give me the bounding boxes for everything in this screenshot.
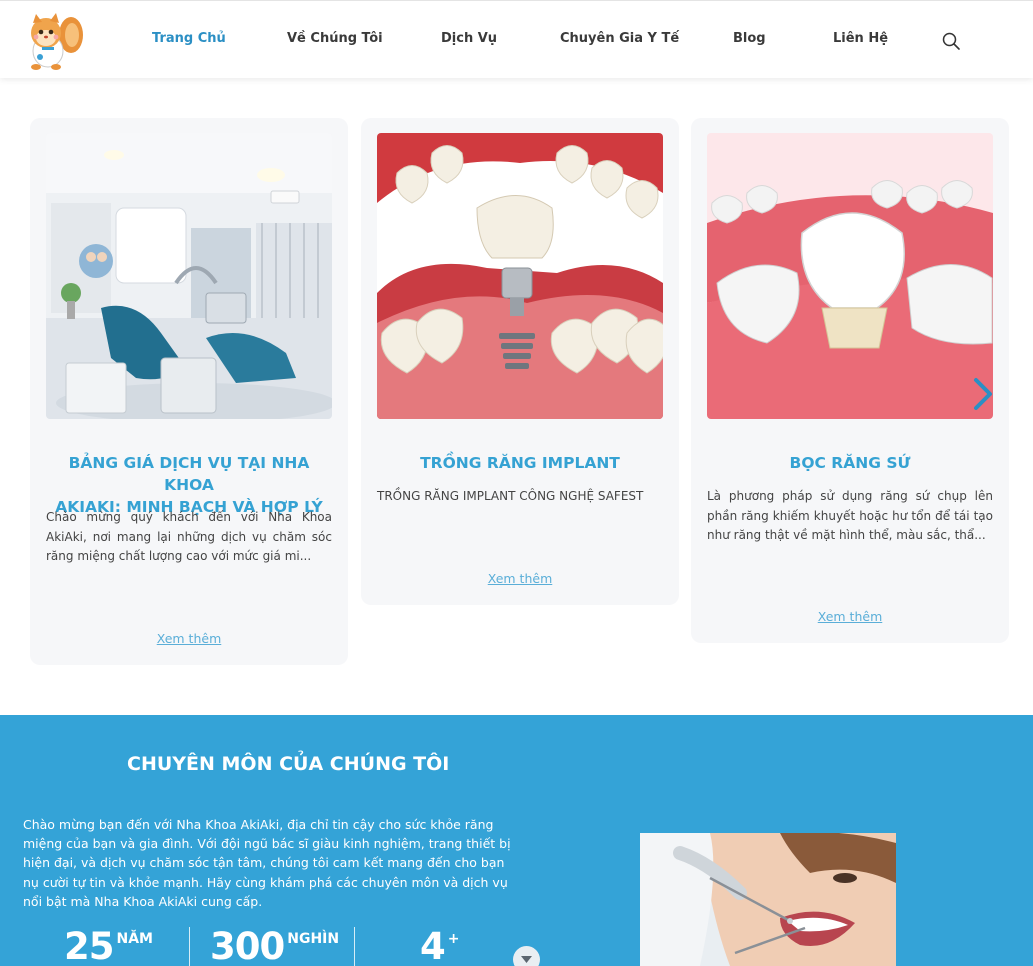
read-more-link[interactable]: Xem thêm [30,631,348,646]
section-description: Chào mừng bạn đến với Nha Khoa AkiAki, đ… [23,817,511,909]
stat-unit: + [447,931,460,947]
card-title[interactable]: BỌC RĂNG SỨ [707,452,993,474]
chevron-right-icon[interactable] [972,377,994,411]
card-description: TRỒNG RĂNG IMPLANT CÔNG NGHỆ SAFEST [377,489,644,503]
chevron-down-icon[interactable] [513,946,540,966]
stat-unit: NGHÌN [287,931,340,947]
card-title[interactable]: TRỒNG RĂNG IMPLANT [377,452,663,474]
stat-divider [189,927,190,966]
stat-number: 25 [64,925,114,966]
stat-unit: NĂM [116,931,153,947]
patient-dental-checkup-image [640,833,896,966]
dental-implant-image[interactable] [377,133,663,419]
expertise-section: CHUYÊN MÔN CỦA CHÚNG TÔI Chào mừng bạn đ… [0,715,1033,966]
stat-divider [354,927,355,966]
nav-about-us[interactable]: Về Chúng Tôi [287,31,383,46]
card-description: Là phương pháp sử dụng răng sứ chụp lên … [707,489,993,542]
stat-thousand: 300 NGHÌN [210,925,339,966]
nav-blog[interactable]: Blog [733,31,766,46]
service-card: TRỒNG RĂNG IMPLANT TRỒNG RĂNG IMPLANT CÔ… [361,118,679,605]
dental-clinic-room-image[interactable] [46,133,332,419]
service-card: BỌC RĂNG SỨ Là phương pháp sử dụng răng … [691,118,1009,643]
card-description: Chào mừng quý khách đến với Nha Khoa Aki… [46,510,332,563]
stat-years: 25 NĂM [64,925,153,966]
section-title: CHUYÊN MÔN CỦA CHÚNG TÔI [127,753,450,775]
nav-contact[interactable]: Liên Hệ [833,31,888,46]
nav-services[interactable]: Dịch Vụ [441,31,497,46]
read-more-link[interactable]: Xem thêm [361,571,679,586]
nav-home[interactable]: Trang Chủ [152,31,226,46]
stat-plus: 4 + [420,925,459,966]
services-carousel: BẢNG GIÁ DỊCH VỤ TẠI NHA KHOA AKIAKI: MI… [0,79,1033,715]
read-more-link[interactable]: Xem thêm [691,609,1009,624]
site-header: Trang Chủ Về Chúng Tôi Dịch Vụ Chuyên Gi… [0,0,1033,78]
stat-number: 4 [420,925,446,966]
service-card: BẢNG GIÁ DỊCH VỤ TẠI NHA KHOA AKIAKI: MI… [30,118,348,665]
squirrel-doctor-logo[interactable] [22,13,84,71]
search-icon[interactable] [941,31,961,51]
stat-number: 300 [210,925,285,966]
porcelain-crown-image[interactable] [707,133,993,419]
nav-medical-experts[interactable]: Chuyên Gia Y Tế [560,31,679,46]
card-title-line: BẢNG GIÁ DỊCH VỤ TẠI NHA KHOA [68,454,310,494]
